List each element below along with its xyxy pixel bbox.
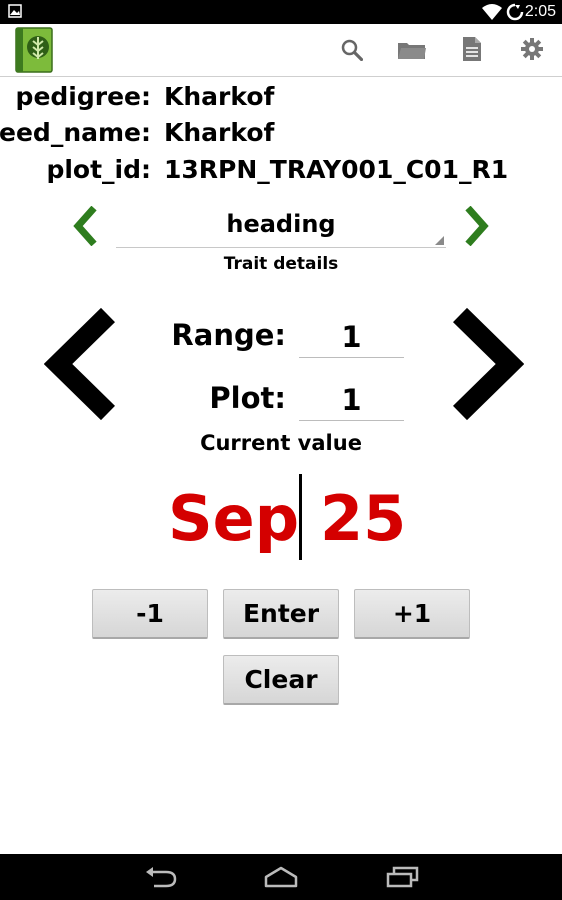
status-time: 2:05 bbox=[524, 3, 556, 20]
app-logo-icon[interactable] bbox=[15, 27, 53, 73]
previous-trait-button[interactable] bbox=[72, 206, 98, 246]
plus-one-button[interactable]: +1 bbox=[354, 589, 470, 639]
current-value-label: Current value bbox=[200, 431, 362, 455]
seed-name-label: seed_name: bbox=[0, 118, 151, 147]
image-notification-icon bbox=[8, 4, 22, 18]
date-day[interactable]: 25 bbox=[320, 482, 406, 555]
plot-field[interactable]: 1 bbox=[299, 381, 404, 421]
next-plot-button[interactable] bbox=[450, 307, 524, 421]
seed-name-row: seed_name: Kharkof bbox=[0, 118, 562, 154]
home-icon[interactable] bbox=[263, 866, 299, 888]
trait-selected: heading bbox=[226, 210, 336, 238]
recent-apps-icon[interactable] bbox=[385, 866, 419, 888]
pedigree-label: pedigree: bbox=[15, 82, 151, 111]
plot-id-label: plot_id: bbox=[46, 155, 151, 184]
date-month[interactable]: Sep bbox=[168, 482, 299, 555]
sync-icon bbox=[506, 3, 524, 21]
seed-name-value: Kharkof bbox=[164, 118, 275, 147]
minus-one-button[interactable]: -1 bbox=[92, 589, 208, 639]
date-divider bbox=[299, 474, 302, 560]
settings-gear-icon[interactable] bbox=[521, 38, 543, 60]
previous-plot-button[interactable] bbox=[44, 307, 118, 421]
wifi-icon bbox=[482, 4, 502, 20]
action-bar bbox=[0, 24, 562, 77]
folder-icon[interactable] bbox=[397, 40, 427, 60]
plot-label: Plot: bbox=[209, 381, 286, 415]
system-nav-bar bbox=[0, 854, 562, 900]
clear-button[interactable]: Clear bbox=[223, 655, 339, 705]
range-label: Range: bbox=[171, 318, 286, 352]
trait-spinner[interactable]: heading bbox=[116, 206, 446, 248]
spinner-dropdown-icon bbox=[435, 236, 444, 245]
back-icon[interactable] bbox=[144, 866, 178, 888]
status-bar: 2:05 bbox=[0, 0, 562, 24]
trait-details-label[interactable]: Trait details bbox=[0, 254, 562, 274]
document-icon[interactable] bbox=[461, 36, 483, 62]
plot-value: 1 bbox=[341, 383, 362, 417]
range-value: 1 bbox=[341, 320, 362, 354]
range-field[interactable]: 1 bbox=[299, 318, 404, 358]
enter-button[interactable]: Enter bbox=[223, 589, 339, 639]
plot-id-row: plot_id: 13RPN_TRAY001_C01_R1 bbox=[0, 155, 562, 191]
pedigree-row: pedigree: Kharkof bbox=[0, 82, 562, 118]
plot-id-value: 13RPN_TRAY001_C01_R1 bbox=[164, 155, 509, 184]
search-icon[interactable] bbox=[341, 39, 363, 61]
next-trait-button[interactable] bbox=[464, 206, 490, 246]
pedigree-value: Kharkof bbox=[164, 82, 275, 111]
